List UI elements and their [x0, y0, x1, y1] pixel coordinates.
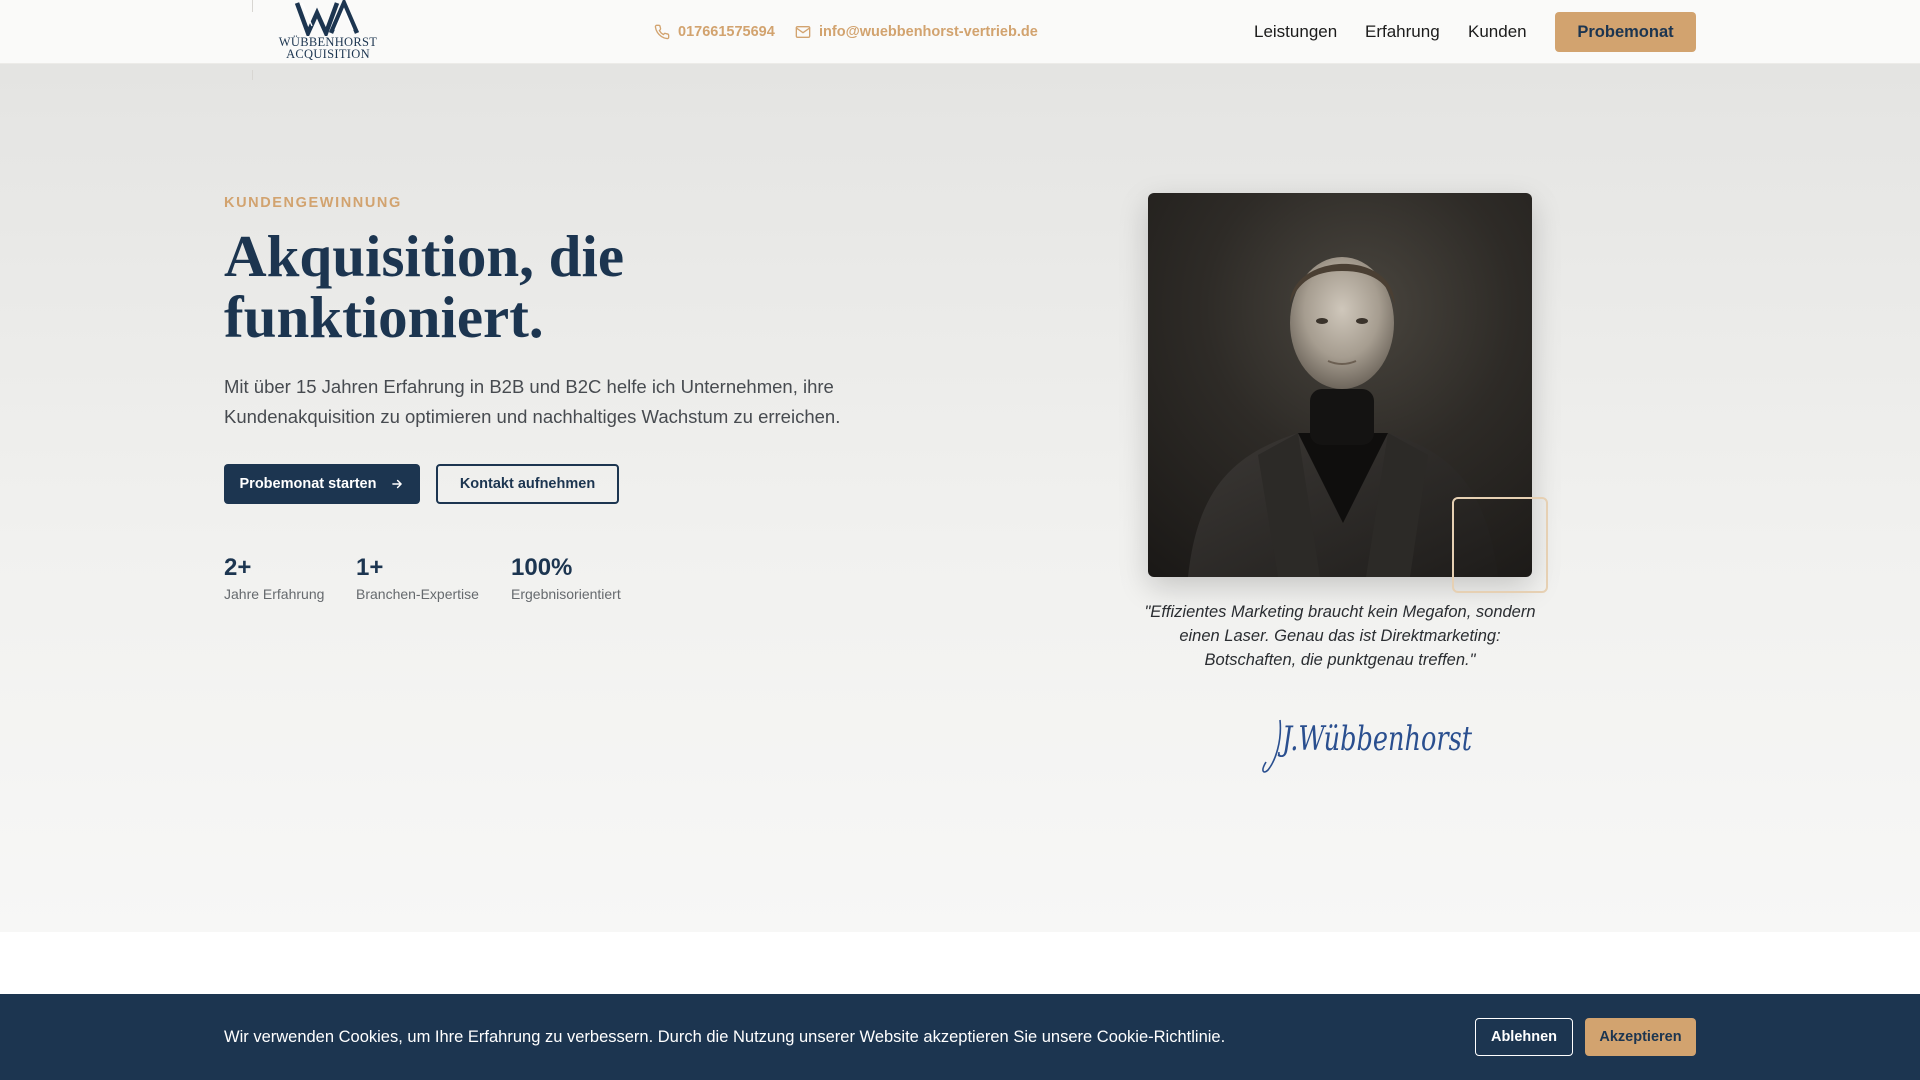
stat-label: Ergebnisorientiert — [511, 586, 621, 602]
mail-icon — [795, 26, 811, 38]
hero-title: Akquisition, die funktioniert. — [224, 226, 924, 348]
cookie-decline-button[interactable]: Ablehnen — [1475, 1018, 1573, 1056]
nav-link-kunden[interactable]: Kunden — [1468, 0, 1527, 64]
cookie-accept-button[interactable]: Akzeptieren — [1585, 1018, 1696, 1056]
phone-number: 017661575694 — [678, 24, 775, 40]
cookie-text: Wir verwenden Cookies, um Ihre Erfahrung… — [224, 1028, 1226, 1046]
signature-image: J.Wübbenhorst — [1262, 719, 1472, 773]
stat-label: Jahre Erfahrung — [224, 586, 325, 602]
hero-title-line1: Akquisition, die — [224, 223, 625, 289]
hero-title-line2: funktioniert. — [224, 284, 544, 350]
phone-link[interactable]: 017661575694 — [654, 0, 775, 64]
nav-link-leistungen[interactable]: Leistungen — [1254, 0, 1337, 64]
phone-icon — [654, 24, 670, 40]
probemonat-starten-button[interactable]: Probemonat starten — [224, 464, 420, 504]
logo-divider-top — [252, 0, 253, 12]
email-address: info@wuebbenhorst-vertrieb.de — [819, 24, 1038, 40]
stat-value: 2+ — [224, 554, 252, 581]
hero-lead: Mit über 15 Jahren Erfahrung in B2B und … — [224, 376, 841, 427]
wa-monogram-icon — [294, 0, 360, 36]
stat-value: 100% — [511, 554, 573, 581]
stat-item: 2+ Jahre Erfahrung — [224, 553, 324, 602]
email-link[interactable]: info@wuebbenhorst-vertrieb.de — [795, 0, 1038, 64]
quote-text: "Effizientes Marketing braucht kein Mega… — [1144, 603, 1536, 669]
stat-value: 1+ — [356, 554, 384, 581]
hero-eyebrow: KUNDENGEWINNUNG — [224, 195, 402, 211]
kontakt-aufnehmen-button[interactable]: Kontakt aufnehmen — [436, 464, 619, 504]
probemonat-starten-label: Probemonat starten — [239, 476, 377, 492]
stat-label: Branchen-Expertise — [356, 586, 479, 602]
logo[interactable]: WÜBBENHORST ACQUISITION — [272, 0, 384, 66]
probemonat-nav-button[interactable]: Probemonat — [1555, 12, 1696, 52]
svg-text:J.Wübbenhorst: J.Wübbenhorst — [1277, 719, 1472, 759]
site-header: WÜBBENHORST ACQUISITION 017661575694 inf… — [0, 0, 1920, 80]
arrow-right-icon — [392, 479, 403, 489]
decorative-frame — [1452, 497, 1548, 593]
stat-item: 100% Ergebnisorientiert — [511, 553, 621, 602]
logo-divider-bottom — [252, 70, 253, 80]
logo-wordmark-line2: ACQUISITION — [286, 47, 370, 61]
nav-link-erfahrung[interactable]: Erfahrung — [1365, 0, 1440, 64]
stat-item: 1+ Branchen-Expertise — [356, 553, 479, 602]
